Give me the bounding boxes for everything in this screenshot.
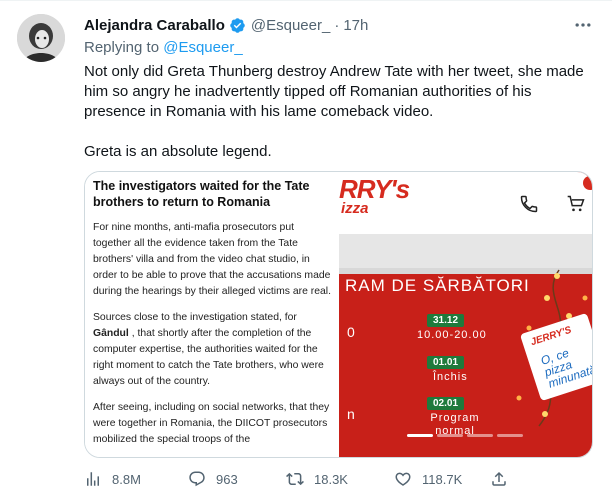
more-options-icon[interactable] <box>572 15 594 35</box>
avatar-image <box>17 14 65 62</box>
article-title: The investigators waited for the Tate br… <box>93 179 310 209</box>
replying-to: Replying to @Esqueer_ <box>84 39 243 56</box>
pizza-website-screenshot: RRY's izza RAM DE SĂRBĂTORI JERRY'S O, c… <box>339 172 593 457</box>
author-name[interactable]: Alejandra Caraballo <box>84 17 225 34</box>
banner-side-char: n <box>347 406 355 422</box>
reply-action[interactable]: 963 <box>188 467 238 491</box>
schedule-date: 02.01 <box>427 397 465 410</box>
cart-icon <box>565 194 587 220</box>
schedule-hours: 10.00-20.00 <box>417 329 487 341</box>
retweet-count: 18.3K <box>314 471 348 487</box>
replying-to-mention[interactable]: @Esqueer_ <box>163 39 242 56</box>
author-handle[interactable]: @Esqueer_ <box>251 17 330 34</box>
carousel-dot <box>497 434 523 437</box>
share-action[interactable] <box>490 467 508 491</box>
verified-badge-icon <box>230 17 245 33</box>
tweet-paragraph: Not only did Greta Thunberg destroy Andr… <box>84 63 584 120</box>
box-slogan: O, ce pizza minunată <box>539 345 593 391</box>
like-count: 118.7K <box>422 471 463 487</box>
reply-icon <box>189 471 205 487</box>
article-paragraph: For nine months, anti-mafia prosecutors … <box>93 222 331 297</box>
tweet-paragraph: Greta is an absolute legend. <box>84 143 272 160</box>
tweet[interactable]: Alejandra Caraballo @Esqueer_ · 17h Repl… <box>0 0 612 496</box>
tweet-header: Alejandra Caraballo @Esqueer_ · 17h <box>84 15 368 35</box>
schedule-hours: Închis <box>433 371 468 383</box>
article-paragraph: After seeing, including on social networ… <box>93 402 330 445</box>
brand-logo-sub: izza <box>341 200 369 217</box>
tweet-actions: 8.8M 963 18.3K 118.7K <box>84 467 604 491</box>
banner-band <box>339 234 592 268</box>
retweet-action[interactable]: 18.3K <box>286 467 348 491</box>
timestamp[interactable]: 17h <box>343 17 368 34</box>
schedule-date: 01.01 <box>427 356 465 369</box>
replying-to-label: Replying to <box>84 39 160 56</box>
analytics-icon <box>87 472 99 486</box>
separator-dot: · <box>334 16 340 34</box>
carousel-dot <box>437 434 463 437</box>
article-paragraph: Sources close to the investigation state… <box>93 312 324 387</box>
like-action[interactable]: 118.7K <box>394 467 462 491</box>
heart-icon <box>395 472 411 486</box>
carousel-dot <box>467 434 493 437</box>
schedule-date: 31.12 <box>427 314 465 327</box>
notification-dot <box>583 176 592 190</box>
retweet-icon <box>286 472 304 486</box>
avatar[interactable] <box>17 14 65 62</box>
views-action[interactable]: 8.8M <box>84 467 141 491</box>
share-icon <box>492 471 506 486</box>
article-source-bold: Gândul <box>93 328 129 339</box>
tweet-media[interactable]: The investigators waited for the Tate br… <box>84 171 593 458</box>
reply-count: 963 <box>216 471 238 487</box>
tweet-body: Not only did Greta Thunberg destroy Andr… <box>84 62 592 162</box>
phone-icon <box>519 194 539 220</box>
article-screenshot: The investigators waited for the Tate br… <box>85 172 339 457</box>
carousel-dot <box>407 434 433 437</box>
carousel-indicators <box>407 434 523 437</box>
banner-side-char: 0 <box>347 324 355 340</box>
views-count: 8.8M <box>112 471 141 487</box>
